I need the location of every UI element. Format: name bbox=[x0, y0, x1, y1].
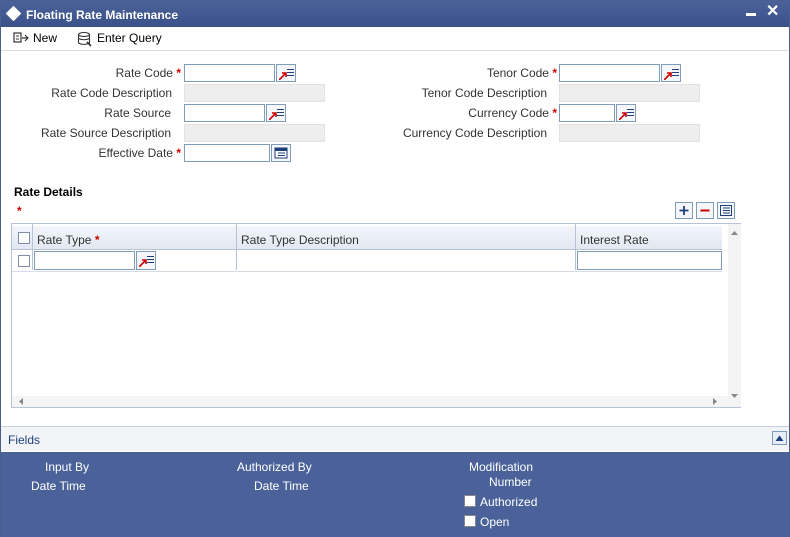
column-header-rate-type-description: Rate Type Description bbox=[241, 233, 359, 247]
vertical-scrollbar[interactable] bbox=[728, 224, 741, 407]
title-bar: Floating Rate Maintenance ✕ bbox=[1, 1, 789, 27]
horizontal-scrollbar[interactable] bbox=[12, 396, 728, 407]
rate-code-description-label: Rate Code Description bbox=[51, 86, 172, 100]
fields-bar: Fields bbox=[1, 426, 789, 451]
currency-code-label: Currency Code * bbox=[468, 106, 557, 120]
effective-date-input[interactable] bbox=[184, 144, 270, 162]
add-row-icon[interactable] bbox=[675, 202, 693, 219]
rate-type-input[interactable] bbox=[34, 251, 135, 270]
close-icon[interactable]: ✕ bbox=[766, 3, 779, 21]
lov-icon[interactable] bbox=[136, 251, 156, 270]
tenor-code-input[interactable] bbox=[559, 64, 660, 82]
scroll-up-icon[interactable] bbox=[772, 431, 787, 445]
required-marker: * bbox=[552, 66, 557, 80]
floating-rate-window: Floating Rate Maintenance ✕ New Enter Qu… bbox=[0, 0, 790, 537]
tenor-code-label: Tenor Code * bbox=[487, 66, 557, 80]
input-by-label: Input By bbox=[45, 460, 90, 474]
rate-details-title: Rate Details bbox=[14, 185, 83, 199]
enter-query-icon bbox=[77, 31, 92, 47]
currency-code-label-text: Currency Code bbox=[468, 106, 549, 120]
authorized-label: Authorized bbox=[480, 495, 538, 509]
lov-icon[interactable] bbox=[266, 104, 286, 122]
tenor-code-description-field bbox=[559, 84, 700, 102]
lov-icon[interactable] bbox=[276, 64, 296, 82]
authorized-checkbox[interactable] bbox=[464, 495, 476, 507]
tenor-code-label-text: Tenor Code bbox=[486, 66, 549, 80]
date-time-label: Date Time bbox=[254, 479, 309, 493]
date-time-label: Date Time bbox=[31, 479, 86, 493]
effective-date-label-text: Effective Date bbox=[98, 146, 173, 160]
rate-code-label: Rate Code * bbox=[116, 66, 181, 80]
open-label: Open bbox=[480, 515, 510, 529]
tenor-code-description-label: Tenor Code Description bbox=[421, 86, 547, 100]
column-header-interest-rate: Interest Rate bbox=[580, 233, 649, 247]
rate-source-input[interactable] bbox=[184, 104, 265, 122]
column-header-rate-type-text: Rate Type bbox=[37, 233, 92, 247]
column-header-rate-type: Rate Type * bbox=[37, 233, 100, 247]
select-all-checkbox[interactable] bbox=[18, 232, 30, 244]
new-label: New bbox=[33, 31, 58, 45]
fields-link[interactable]: Fields bbox=[8, 433, 40, 447]
currency-code-description-label: Currency Code Description bbox=[402, 126, 547, 140]
new-button[interactable]: New bbox=[13, 30, 65, 48]
enter-query-label: Enter Query bbox=[97, 31, 162, 45]
lov-icon[interactable] bbox=[661, 64, 681, 82]
required-marker: * bbox=[552, 106, 557, 120]
diamond-icon bbox=[5, 5, 22, 22]
minimize-icon[interactable] bbox=[746, 13, 756, 16]
toolbar: New Enter Query bbox=[1, 27, 789, 51]
rate-code-input[interactable] bbox=[184, 64, 275, 82]
window-title: Floating Rate Maintenance bbox=[26, 8, 179, 22]
authorized-by-label: Authorized By bbox=[237, 460, 312, 474]
rate-source-description-field bbox=[184, 124, 325, 142]
new-icon bbox=[13, 32, 29, 43]
enter-query-button[interactable]: Enter Query bbox=[77, 30, 167, 48]
rate-code-label-text: Rate Code bbox=[115, 66, 173, 80]
table-row bbox=[12, 251, 722, 272]
rate-source-description-label: Rate Source Description bbox=[40, 126, 171, 140]
effective-date-label: Effective Date * bbox=[99, 146, 182, 160]
single-view-icon[interactable] bbox=[717, 202, 735, 219]
currency-code-description-field bbox=[559, 124, 700, 142]
calendar-icon[interactable] bbox=[271, 144, 291, 162]
required-marker: * bbox=[176, 66, 181, 80]
number-label: Number bbox=[489, 475, 532, 489]
required-marker: * bbox=[176, 146, 181, 160]
required-marker: * bbox=[17, 204, 22, 218]
modification-label: Modification bbox=[469, 460, 534, 474]
rate-details-grid: Rate Type * Rate Type Description Intere… bbox=[11, 223, 741, 408]
row-select-checkbox[interactable] bbox=[18, 255, 30, 267]
interest-rate-input[interactable] bbox=[577, 251, 722, 270]
lov-icon[interactable] bbox=[616, 104, 636, 122]
rate-source-label: Rate Source bbox=[104, 106, 171, 120]
audit-footer: Input By Date Time Authorized By Date Ti… bbox=[1, 452, 789, 537]
open-checkbox[interactable] bbox=[464, 515, 476, 527]
delete-row-icon[interactable] bbox=[696, 202, 714, 219]
currency-code-input[interactable] bbox=[559, 104, 615, 122]
rate-code-description-field bbox=[184, 84, 325, 102]
required-marker: * bbox=[94, 233, 100, 247]
